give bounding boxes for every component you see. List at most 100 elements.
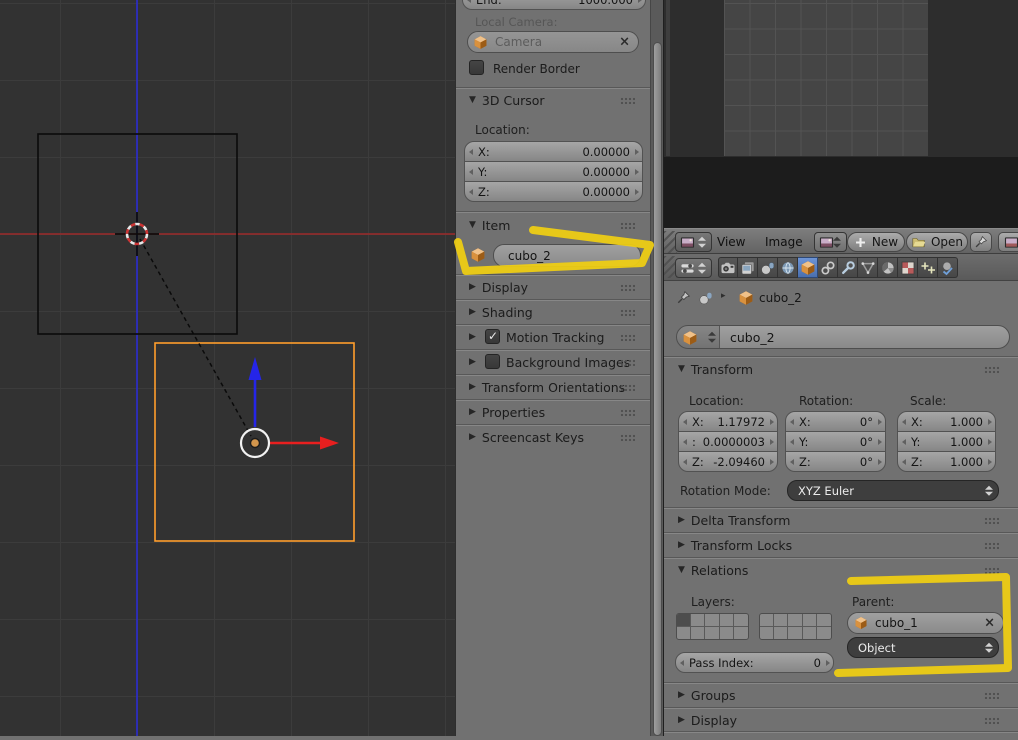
panel-header-display[interactable]: ▶ Display — [469, 279, 528, 295]
layers-grid-right[interactable] — [759, 613, 832, 640]
tab-material[interactable] — [878, 257, 898, 278]
properties-panel: ▸ cubo_2 cubo_2 ▼ Transform Location: Ro… — [664, 281, 1018, 736]
tab-texture[interactable] — [898, 257, 918, 278]
3d-cursor — [115, 212, 159, 256]
layers-grid-left[interactable] — [676, 613, 749, 640]
particles-sparkles-icon — [920, 260, 936, 276]
clipped-image-button[interactable] — [998, 232, 1018, 252]
tab-modifiers[interactable] — [838, 257, 858, 278]
name-field-icon-segment[interactable] — [677, 326, 720, 348]
scene-icon[interactable] — [698, 290, 714, 306]
rotation-y-field[interactable]: Y: 0° — [785, 431, 886, 452]
pin-button[interactable] — [970, 232, 992, 252]
scale-z-field[interactable]: Z: 1.000 — [897, 451, 996, 472]
panel-grip[interactable] — [620, 309, 635, 316]
chevron-updown-icon — [698, 237, 706, 248]
tab-object-data[interactable] — [858, 257, 878, 278]
panel-header-transform-orientations[interactable]: ▶ Transform Orientations — [469, 379, 625, 395]
panel-header-display[interactable]: ▶ Display — [678, 712, 737, 728]
local-camera-field[interactable]: Camera × — [467, 31, 639, 53]
divider — [456, 299, 650, 300]
editor-type-button[interactable] — [675, 232, 712, 252]
panel-header-properties[interactable]: ▶ Properties — [469, 404, 545, 420]
tab-render-layers[interactable] — [738, 257, 758, 278]
panel-header-groups[interactable]: ▶ Groups — [678, 687, 736, 703]
image-browse-dropdown[interactable] — [814, 232, 847, 252]
location-x-field[interactable]: X: 1.17972 — [678, 411, 778, 432]
panel-grip[interactable] — [620, 384, 635, 391]
tab-constraints[interactable] — [818, 257, 838, 278]
panel-header-screencast-keys[interactable]: ▶ Screencast Keys — [469, 429, 584, 445]
rotation-mode-dropdown[interactable]: XYZ Euler — [787, 480, 999, 501]
background-images-checkbox[interactable] — [485, 354, 500, 369]
panel-grip[interactable] — [620, 409, 635, 416]
n-panel: End: 1000.000 Local Camera: Camera × Ren… — [455, 0, 650, 736]
render-border-checkbox[interactable] — [469, 60, 484, 75]
tab-world[interactable] — [778, 257, 798, 278]
scene-icon — [760, 260, 776, 276]
open-image-button[interactable]: Open — [906, 232, 968, 252]
tab-object[interactable] — [798, 257, 818, 278]
end-frame-field[interactable]: End: 1000.000 — [462, 0, 646, 10]
clear-camera-icon[interactable]: × — [619, 35, 630, 50]
panel-grip[interactable] — [620, 97, 635, 104]
panel-grip[interactable] — [620, 284, 635, 291]
panel-header-3d-cursor[interactable]: ▼ 3D Cursor — [469, 92, 545, 108]
pin-icon[interactable] — [676, 290, 691, 305]
panel-grip[interactable] — [620, 434, 635, 441]
object-name-field[interactable]: cubo_2 — [676, 325, 1010, 349]
panel-grip[interactable] — [984, 567, 999, 574]
panel-header-item[interactable]: ▼ Item — [469, 217, 510, 233]
cursor-z-field[interactable]: Z: 0.00000 — [464, 181, 643, 202]
caret-down-icon: ▼ — [469, 220, 476, 230]
menu-view[interactable]: View — [717, 235, 745, 249]
rotation-x-field[interactable]: X: 0° — [785, 411, 886, 432]
panel-grip[interactable] — [620, 222, 635, 229]
tab-render[interactable] — [718, 257, 738, 278]
panel-header-delta-transform[interactable]: ▶ Delta Transform — [678, 512, 790, 528]
pass-index-field[interactable]: Pass Index: 0 — [675, 652, 834, 673]
panel-header-shading[interactable]: ▶ Shading — [469, 304, 533, 320]
parent-field[interactable]: cubo_1 × — [847, 612, 1004, 634]
cursor-y-field[interactable]: Y: 0.00000 — [464, 161, 643, 182]
clear-parent-icon[interactable]: × — [984, 616, 995, 631]
panel-grip[interactable] — [984, 542, 999, 549]
n-panel-scrollbar[interactable] — [650, 0, 663, 736]
new-image-button[interactable]: New — [847, 232, 905, 252]
chevron-updown-icon — [985, 642, 993, 653]
rotation-z-field[interactable]: Z: 0° — [785, 451, 886, 472]
scroll-strip — [666, 0, 670, 156]
3d-viewport[interactable] — [0, 0, 455, 736]
panel-header-transform-locks[interactable]: ▶ Transform Locks — [678, 537, 792, 553]
scale-x-field[interactable]: X: 1.000 — [897, 411, 996, 432]
breadcrumb-arrow-icon: ▸ — [721, 291, 726, 301]
scale-y-field[interactable]: Y: 1.000 — [897, 431, 996, 452]
editor-type-button[interactable] — [675, 258, 712, 278]
panel-grip[interactable] — [984, 517, 999, 524]
panel-header-relations[interactable]: ▼ Relations — [678, 562, 748, 578]
item-name-field[interactable]: cubo_2 — [493, 244, 641, 267]
parent-type-dropdown[interactable]: Object — [847, 637, 999, 658]
panel-header-background-images[interactable]: ▶ — [469, 354, 482, 370]
location-z-field[interactable]: Z: -2.09460 — [678, 451, 778, 472]
panel-grip[interactable] — [984, 692, 999, 699]
layer-cell-active[interactable] — [677, 614, 691, 627]
cursor-x-field[interactable]: X: 0.00000 — [464, 141, 643, 162]
panel-grip[interactable] — [620, 334, 635, 341]
panel-grip[interactable] — [620, 359, 635, 366]
panel-grip[interactable] — [984, 717, 999, 724]
tab-scene[interactable] — [758, 257, 778, 278]
tab-particles[interactable] — [918, 257, 938, 278]
menu-image[interactable]: Image — [765, 235, 803, 249]
scrollbar-thumb[interactable] — [653, 42, 662, 736]
caret-right-icon: ▶ — [469, 332, 476, 342]
breadcrumb-object-name[interactable]: cubo_2 — [759, 291, 802, 305]
panel-header-motion-tracking[interactable]: ▶ — [469, 329, 482, 345]
location-y-field[interactable]: : 0.0000003 — [678, 431, 778, 452]
panel-grip[interactable] — [984, 366, 999, 373]
motion-tracking-checkbox[interactable] — [485, 329, 500, 344]
chevron-updown-icon — [698, 263, 706, 274]
panel-header-transform[interactable]: ▼ Transform — [678, 361, 753, 377]
image-editor-canvas[interactable] — [664, 0, 1018, 228]
tab-physics[interactable] — [938, 257, 958, 278]
